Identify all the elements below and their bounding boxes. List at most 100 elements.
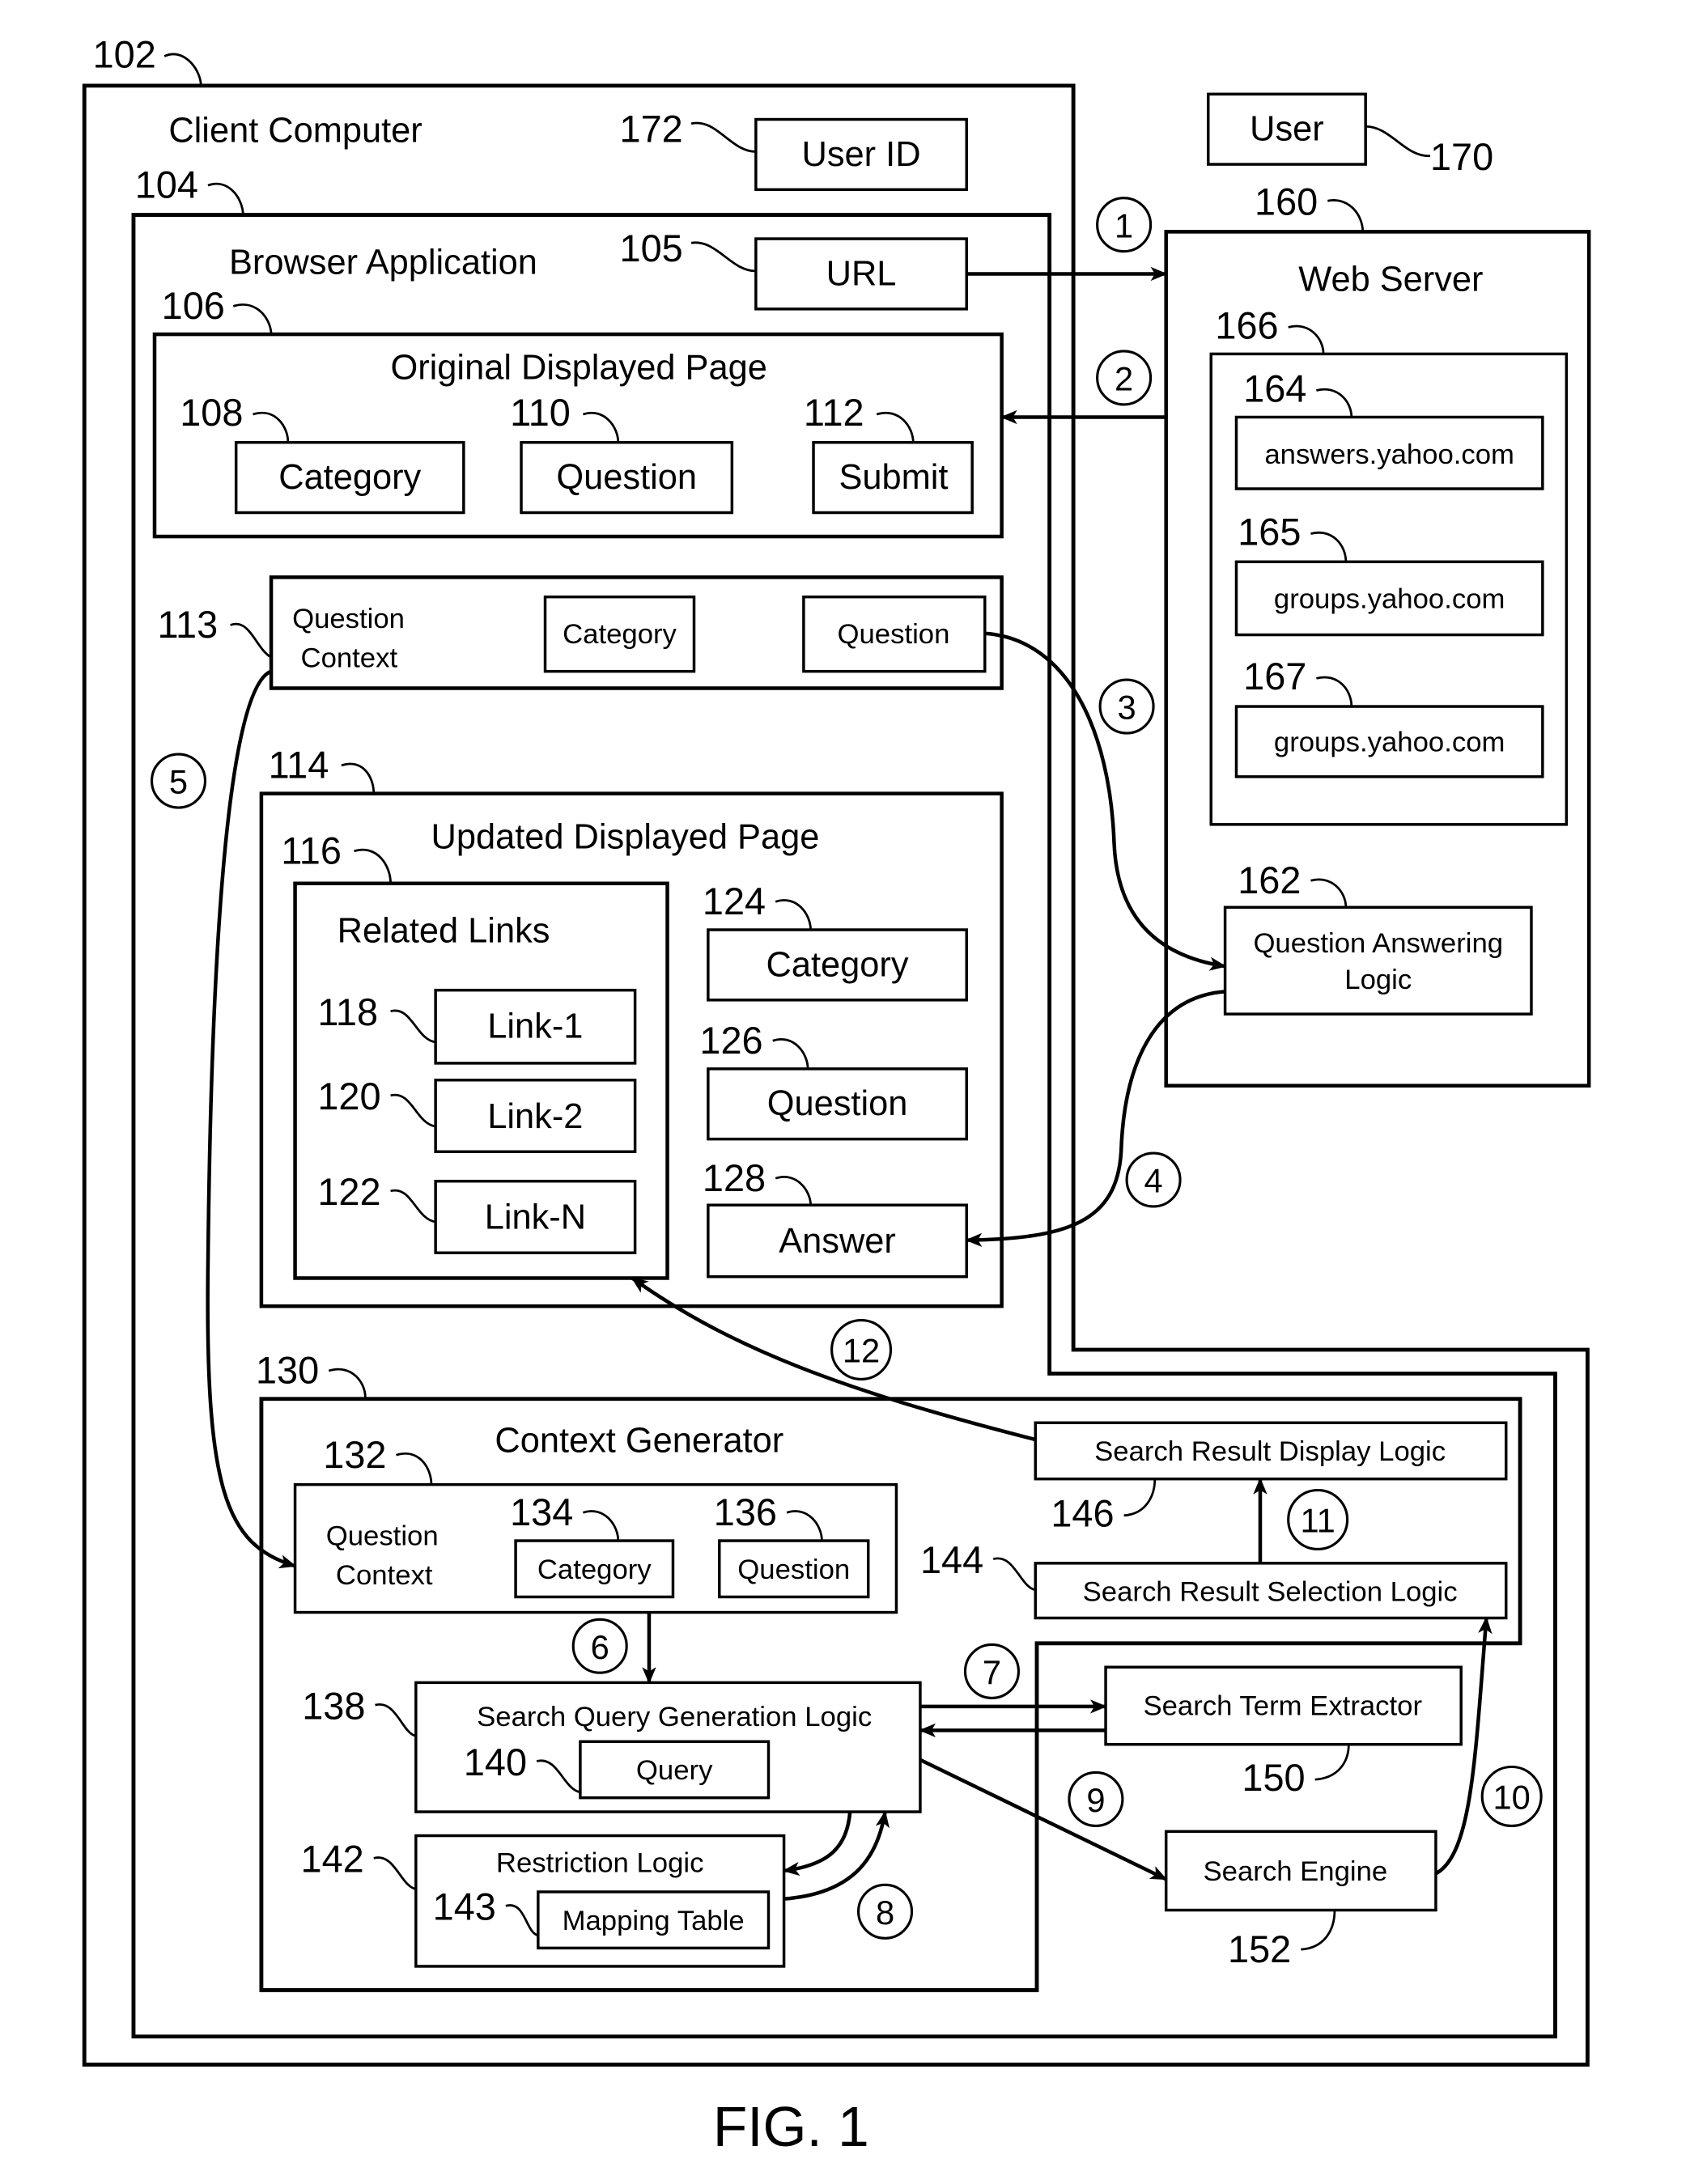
question-context-132-question-label: Question: [737, 1554, 850, 1585]
restriction-logic-label: Restriction Logic: [496, 1848, 704, 1879]
patent-diagram: 102 Client Computer 172 User ID 104 Brow…: [82, 33, 1591, 2158]
ref-165: 165: [1238, 511, 1301, 553]
search-query-generation-logic-label: Search Query Generation Logic: [477, 1702, 872, 1732]
leader-113: [230, 622, 272, 659]
leader-172: [690, 121, 756, 153]
ref-126: 126: [699, 1020, 762, 1062]
query-label: Query: [636, 1755, 713, 1786]
step-6: 6: [571, 1618, 628, 1674]
question-answering-logic-line1: Question Answering: [1253, 928, 1503, 959]
question-context-113-title-2: Context: [301, 642, 398, 673]
leader-142: [373, 1856, 417, 1890]
ref-114: 114: [269, 744, 329, 787]
step-9: 9: [1068, 1771, 1124, 1827]
svg-text:7: 7: [983, 1653, 1001, 1691]
svg-text:11: 11: [1301, 1502, 1335, 1540]
step-8: 8: [857, 1883, 914, 1940]
question-context-132-title-2: Context: [336, 1560, 433, 1591]
leader-104: [207, 182, 244, 214]
ref-106: 106: [162, 285, 225, 327]
step-3: 3: [1098, 678, 1155, 735]
question-answering-logic-box: [1223, 905, 1533, 1016]
ref-167: 167: [1243, 655, 1306, 698]
step-5: 5: [150, 753, 207, 809]
ref-136: 136: [714, 1491, 777, 1533]
mapping-table-label: Mapping Table: [563, 1906, 745, 1936]
leader-138: [375, 1703, 417, 1737]
ref-122: 122: [317, 1171, 380, 1213]
step-4: 4: [1125, 1151, 1182, 1208]
web-server-title: Web Server: [1298, 260, 1483, 299]
ref-138: 138: [302, 1685, 365, 1727]
ref-134: 134: [510, 1491, 573, 1533]
ref-102: 102: [93, 33, 156, 75]
user-label: User: [1250, 110, 1324, 149]
ref-108: 108: [180, 392, 243, 434]
search-result-display-logic-label: Search Result Display Logic: [1094, 1436, 1446, 1467]
ref-116: 116: [281, 829, 342, 871]
client-computer-title: Client Computer: [168, 111, 422, 150]
ref-172: 172: [620, 108, 683, 150]
leader-144: [992, 1557, 1036, 1592]
svg-text:1: 1: [1115, 206, 1133, 244]
leader-160: [1327, 199, 1365, 232]
ref-164: 164: [1243, 367, 1306, 409]
svg-text:12: 12: [843, 1332, 880, 1370]
svg-text:10: 10: [1493, 1779, 1531, 1817]
leader-152: [1301, 1910, 1336, 1951]
site-groups-label-1: groups.yahoo.com: [1274, 584, 1505, 615]
url-label: URL: [826, 254, 897, 293]
context-generator-title: Context Generator: [495, 1422, 783, 1461]
updated-page-title: Updated Displayed Page: [431, 817, 820, 856]
original-question-label: Question: [556, 458, 697, 497]
leader-130: [328, 1368, 367, 1398]
ref-146: 146: [1051, 1493, 1114, 1535]
leader-114: [341, 762, 376, 794]
ref-160: 160: [1255, 181, 1318, 223]
ref-113: 113: [157, 604, 218, 646]
step-1: 1: [1096, 197, 1153, 253]
leader-102: [163, 53, 202, 85]
step-11: 11: [1287, 1489, 1349, 1551]
step-2: 2: [1096, 350, 1153, 406]
site-answers-label: answers.yahoo.com: [1264, 439, 1514, 470]
leader-170: [1365, 125, 1431, 158]
question-context-113-title-1: Question: [292, 604, 405, 634]
arrow-8a-query-to-restriction: [782, 1811, 852, 1877]
ref-128: 128: [703, 1157, 766, 1199]
step-12: 12: [830, 1318, 893, 1381]
search-term-extractor-label: Search Term Extractor: [1143, 1690, 1422, 1721]
ref-104: 104: [135, 164, 198, 206]
ref-110: 110: [510, 392, 571, 434]
svg-text:2: 2: [1115, 360, 1133, 398]
leader-105: [690, 241, 756, 273]
ref-120: 120: [317, 1075, 380, 1117]
link-2-label[interactable]: Link-2: [487, 1097, 583, 1136]
svg-text:8: 8: [876, 1894, 894, 1932]
updated-question-label: Question: [767, 1084, 908, 1123]
ref-130: 130: [256, 1350, 319, 1392]
ref-143: 143: [433, 1886, 496, 1928]
ref-118: 118: [317, 991, 378, 1033]
link-n-label[interactable]: Link-N: [485, 1198, 586, 1237]
step-7: 7: [963, 1643, 1021, 1700]
search-engine-label: Search Engine: [1204, 1856, 1388, 1887]
related-links-title: Related Links: [338, 912, 550, 951]
updated-answer-label: Answer: [779, 1222, 896, 1261]
link-1-label[interactable]: Link-1: [487, 1007, 583, 1046]
svg-text:4: 4: [1144, 1162, 1162, 1200]
question-context-132-category-label: Category: [537, 1554, 652, 1585]
svg-text:9: 9: [1086, 1781, 1105, 1819]
leader-150: [1314, 1744, 1350, 1781]
svg-text:6: 6: [591, 1628, 609, 1666]
leader-106: [232, 303, 273, 333]
ref-105: 105: [620, 227, 683, 269]
ref-124: 124: [703, 880, 766, 922]
svg-text:3: 3: [1118, 689, 1136, 727]
ref-166: 166: [1215, 304, 1278, 346]
question-context-113-question-label: Question: [838, 619, 950, 650]
original-submit-label: Submit: [839, 458, 948, 497]
ref-132: 132: [323, 1434, 386, 1476]
ref-150: 150: [1242, 1757, 1305, 1799]
ref-170: 170: [1430, 136, 1493, 178]
